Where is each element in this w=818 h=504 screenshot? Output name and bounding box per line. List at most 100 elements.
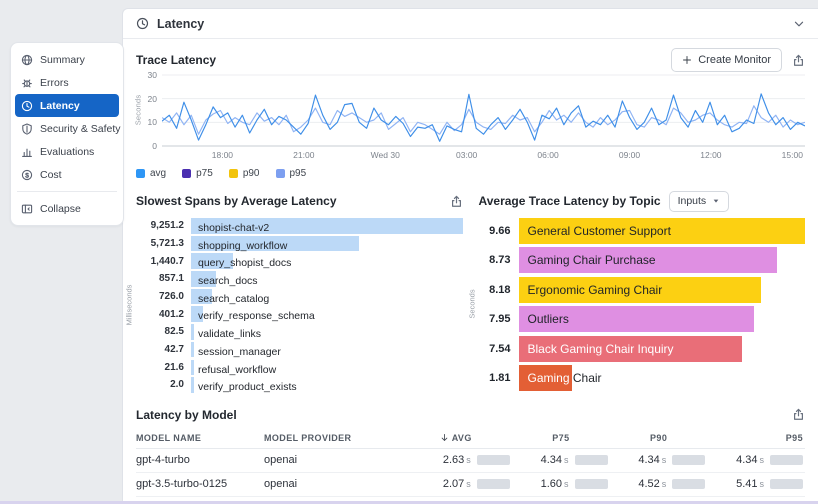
span-value: 857.1 bbox=[158, 273, 184, 285]
slowest-spans-section: Slowest Spans by Average Latency Millise… bbox=[125, 189, 463, 395]
sidebar-divider bbox=[17, 191, 117, 192]
legend-item-p75[interactable]: p75 bbox=[182, 168, 213, 179]
metric-unit: s bbox=[661, 455, 667, 466]
legend-swatch bbox=[182, 168, 192, 178]
main-panel: Latency Trace Latency Create Monitor Sec… bbox=[122, 8, 818, 504]
span-value: 726.0 bbox=[158, 291, 184, 302]
plus-icon bbox=[682, 55, 692, 65]
span-label: search_docs bbox=[198, 275, 258, 288]
span-label: shopist-chat-v2 bbox=[198, 222, 270, 234]
legend-swatch bbox=[275, 168, 285, 178]
span-value: 9,251.2 bbox=[150, 220, 184, 232]
span-value: 401.2 bbox=[158, 308, 184, 320]
span-label: verify_response_schema bbox=[198, 310, 315, 323]
topic-row[interactable]: 8.73Gaming Chair PurchaseGaming Chair Pu… bbox=[479, 247, 806, 274]
topic-label-inner: Outliers bbox=[527, 312, 569, 327]
topic-row[interactable]: 9.66General Customer SupportGeneral Cust… bbox=[479, 218, 805, 244]
span-row[interactable]: 5,721.3 shopping_workflow bbox=[136, 235, 463, 252]
chevron-down-icon[interactable] bbox=[793, 18, 805, 30]
table-row[interactable]: gpt-3.5-turbo-0125 openai 2.07 s 1.60 s 4.52 s 5… bbox=[136, 473, 805, 497]
legend-item-p90[interactable]: p90 bbox=[228, 168, 260, 179]
dollar-icon: $ bbox=[21, 169, 33, 181]
metric-bar bbox=[770, 455, 803, 466]
trace-x-axis: 18:00 21:00 Wed 30 03:00 06:00 09:00 12:00 15:0… bbox=[162, 148, 805, 161]
span-row[interactable]: 2.0 verify_product_exists bbox=[136, 377, 463, 393]
topic-label-inner: Gaming Chair Purchase bbox=[527, 253, 656, 268]
trace-x-tick: 21:00 bbox=[293, 150, 315, 160]
table-header-model-name[interactable]: MODEL NAME bbox=[136, 433, 264, 443]
table-header-p95[interactable]: P95 bbox=[707, 433, 805, 443]
spans-bar-chart: Milliseconds 9,251.2 shopist-chat-v2 5,721… bbox=[125, 218, 463, 393]
legend-item-avg[interactable]: avg bbox=[136, 168, 166, 179]
legend-item-p95[interactable]: p95 bbox=[275, 168, 306, 179]
caret-down-icon bbox=[712, 197, 720, 205]
table-header-model-provider[interactable]: MODEL PROVIDER bbox=[264, 433, 414, 443]
create-monitor-button[interactable]: Create Monitor bbox=[671, 48, 782, 72]
sidebar-item-summary[interactable]: Summary bbox=[15, 48, 119, 71]
table-header-p90[interactable]: P90 bbox=[610, 433, 708, 443]
metric-value: 4.52 s bbox=[638, 478, 667, 491]
globe-icon bbox=[21, 54, 33, 66]
topic-row[interactable]: 1.81Gaming ChairGaming Chair bbox=[479, 364, 806, 391]
span-row[interactable]: 42.7 session_manager bbox=[136, 341, 463, 358]
model-name: gpt-4-turbo bbox=[136, 454, 190, 467]
shield-icon bbox=[21, 122, 33, 135]
trace-x-tick: 18:00 bbox=[211, 150, 234, 160]
metric-unit: s bbox=[759, 455, 765, 466]
topic-label-inner: Black Gaming Chair Inquiry bbox=[527, 341, 674, 356]
span-value: 82.5 bbox=[164, 326, 184, 338]
sidebar-item-security-safety[interactable]: Security & Safety bbox=[15, 117, 121, 140]
metric-unit: s bbox=[661, 479, 667, 490]
table-header-p75[interactable]: P75 bbox=[512, 433, 610, 443]
topic-row[interactable]: 8.18Ergonomic Gaming ChairErgonomic Gami… bbox=[479, 276, 806, 303]
span-value: 5,721.3 bbox=[150, 237, 184, 249]
sidebar-item-label: Evaluations bbox=[40, 145, 95, 158]
sidebar-item-label: Cost bbox=[40, 168, 62, 181]
topic-latency-title: Average Trace Latency by Topic bbox=[478, 194, 661, 208]
metric-value: 4.34 s bbox=[736, 454, 765, 467]
trace-line-chart[interactable]: Seconds 0 10 20 30 bbox=[134, 70, 805, 151]
export-icon[interactable] bbox=[450, 195, 463, 208]
metric-cell: 4.52 s bbox=[610, 478, 708, 490]
sidebar-item-cost[interactable]: $ Cost bbox=[15, 163, 119, 186]
legend-label: avg bbox=[150, 167, 167, 179]
topic-label-inner: General Customer Support bbox=[527, 224, 671, 238]
span-value: 42.7 bbox=[164, 344, 184, 356]
span-row[interactable]: 401.2 verify_response_schema bbox=[136, 306, 463, 322]
table-header-avg[interactable]: AVG bbox=[414, 433, 512, 443]
metric-unit: s bbox=[564, 479, 569, 490]
span-row[interactable]: 9,251.2 shopist-chat-v2 bbox=[136, 218, 463, 234]
span-value: 2.0 bbox=[170, 379, 184, 391]
span-row[interactable]: 82.5 validate_links bbox=[136, 324, 463, 340]
metric-unit: s bbox=[564, 455, 569, 466]
topic-row[interactable]: 7.95OutliersOutliers bbox=[479, 306, 806, 333]
latency-by-model-title: Latency by Model bbox=[136, 407, 237, 422]
topic-row[interactable]: 7.54Black Gaming Chair InquiryBlack Gami… bbox=[479, 335, 806, 362]
latency-by-model-section: Latency by Model MODEL NAME MODEL PROVIDE… bbox=[136, 403, 805, 504]
span-label: search_catalog bbox=[198, 292, 270, 305]
table-row[interactable]: gpt-4-turbo openai 2.63 s 4.34 s 4.34 s 4.34 s bbox=[136, 449, 805, 473]
inputs-dropdown[interactable]: Inputs bbox=[668, 190, 730, 212]
sidebar-item-label: Summary bbox=[40, 53, 85, 66]
export-icon[interactable] bbox=[792, 408, 805, 421]
metric-cell: 1.60 s bbox=[512, 478, 610, 490]
span-label: refusal_workflow bbox=[198, 363, 277, 376]
sidebar-item-evaluations[interactable]: Evaluations bbox=[15, 140, 119, 163]
sidebar-collapse-button[interactable]: Collapse bbox=[15, 197, 119, 220]
model-table-body: gpt-4-turbo openai 2.63 s 4.34 s 4.34 s 4.34 s gpt… bbox=[136, 449, 805, 504]
topic-bar-chart: Seconds 9.66General Customer SupportGene… bbox=[467, 218, 806, 391]
sidebar-item-latency[interactable]: Latency bbox=[15, 94, 119, 117]
metric-bar bbox=[574, 455, 608, 466]
sidebar-item-errors[interactable]: Errors bbox=[15, 71, 119, 94]
span-row[interactable]: 1,440.7 query_shopist_docs bbox=[136, 253, 463, 269]
trace-x-tick: 09:00 bbox=[618, 150, 641, 160]
span-row[interactable]: 857.1 search_docs bbox=[136, 271, 463, 287]
trace-x-tick: 12:00 bbox=[700, 150, 722, 160]
sidebar-nav: Summary Errors Latency Security & Safety Eva… bbox=[15, 48, 121, 220]
span-row[interactable]: 21.6 refusal_workflow bbox=[136, 359, 463, 376]
span-row[interactable]: 726.0 search_catalog bbox=[136, 288, 463, 305]
topic-bar: Outliers bbox=[518, 306, 755, 333]
export-icon[interactable] bbox=[792, 54, 805, 67]
metric-bar bbox=[476, 479, 510, 490]
trace-y-tick: 20 bbox=[147, 93, 157, 104]
